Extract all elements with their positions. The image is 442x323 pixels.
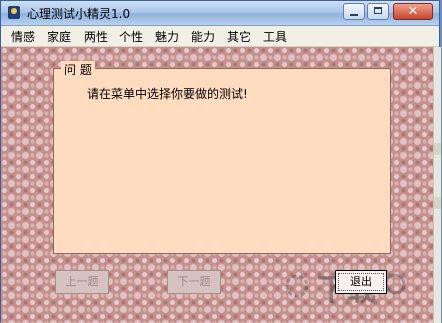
close-icon: ✕ — [407, 4, 419, 19]
question-groupbox: 问 题 请在菜单中选择你要做的测试! — [53, 61, 391, 254]
menu-tools[interactable]: 工具 — [263, 28, 287, 45]
close-button[interactable]: ✕ — [393, 3, 433, 20]
scroll-down-arrow[interactable] — [434, 197, 441, 209]
maximize-button[interactable] — [367, 3, 389, 20]
menu-bar: 情感 家庭 两性 个性 魅力 能力 其它 工具 — [1, 26, 439, 47]
question-text: 请在菜单中选择你要做的测试! — [87, 87, 248, 101]
menu-personality[interactable]: 个性 — [119, 28, 143, 45]
minimize-button[interactable] — [343, 3, 365, 20]
scroll-up-arrow[interactable] — [434, 143, 441, 155]
menu-gender[interactable]: 两性 — [84, 28, 108, 45]
app-window: 心理测试小精灵1.0 ✕ 情感 家庭 两性 个性 魅力 能力 其它 工具 问 题… — [0, 0, 441, 323]
right-scrollbar[interactable] — [433, 47, 441, 323]
next-question-button[interactable]: 下一题 — [167, 270, 221, 294]
menu-emotion[interactable]: 情感 — [11, 28, 35, 45]
menu-family[interactable]: 家庭 — [47, 28, 71, 45]
title-bar[interactable]: 心理测试小精灵1.0 ✕ — [1, 1, 439, 26]
previous-question-button[interactable]: 上一题 — [55, 270, 109, 294]
menu-other[interactable]: 其它 — [227, 28, 251, 45]
menu-charm[interactable]: 魅力 — [155, 28, 179, 45]
question-groupbox-title: 问 题 — [61, 61, 95, 78]
exit-button[interactable]: 退出 — [335, 270, 387, 294]
menu-ability[interactable]: 能力 — [191, 28, 215, 45]
app-icon[interactable] — [8, 6, 20, 19]
window-title: 心理测试小精灵1.0 — [27, 7, 131, 21]
